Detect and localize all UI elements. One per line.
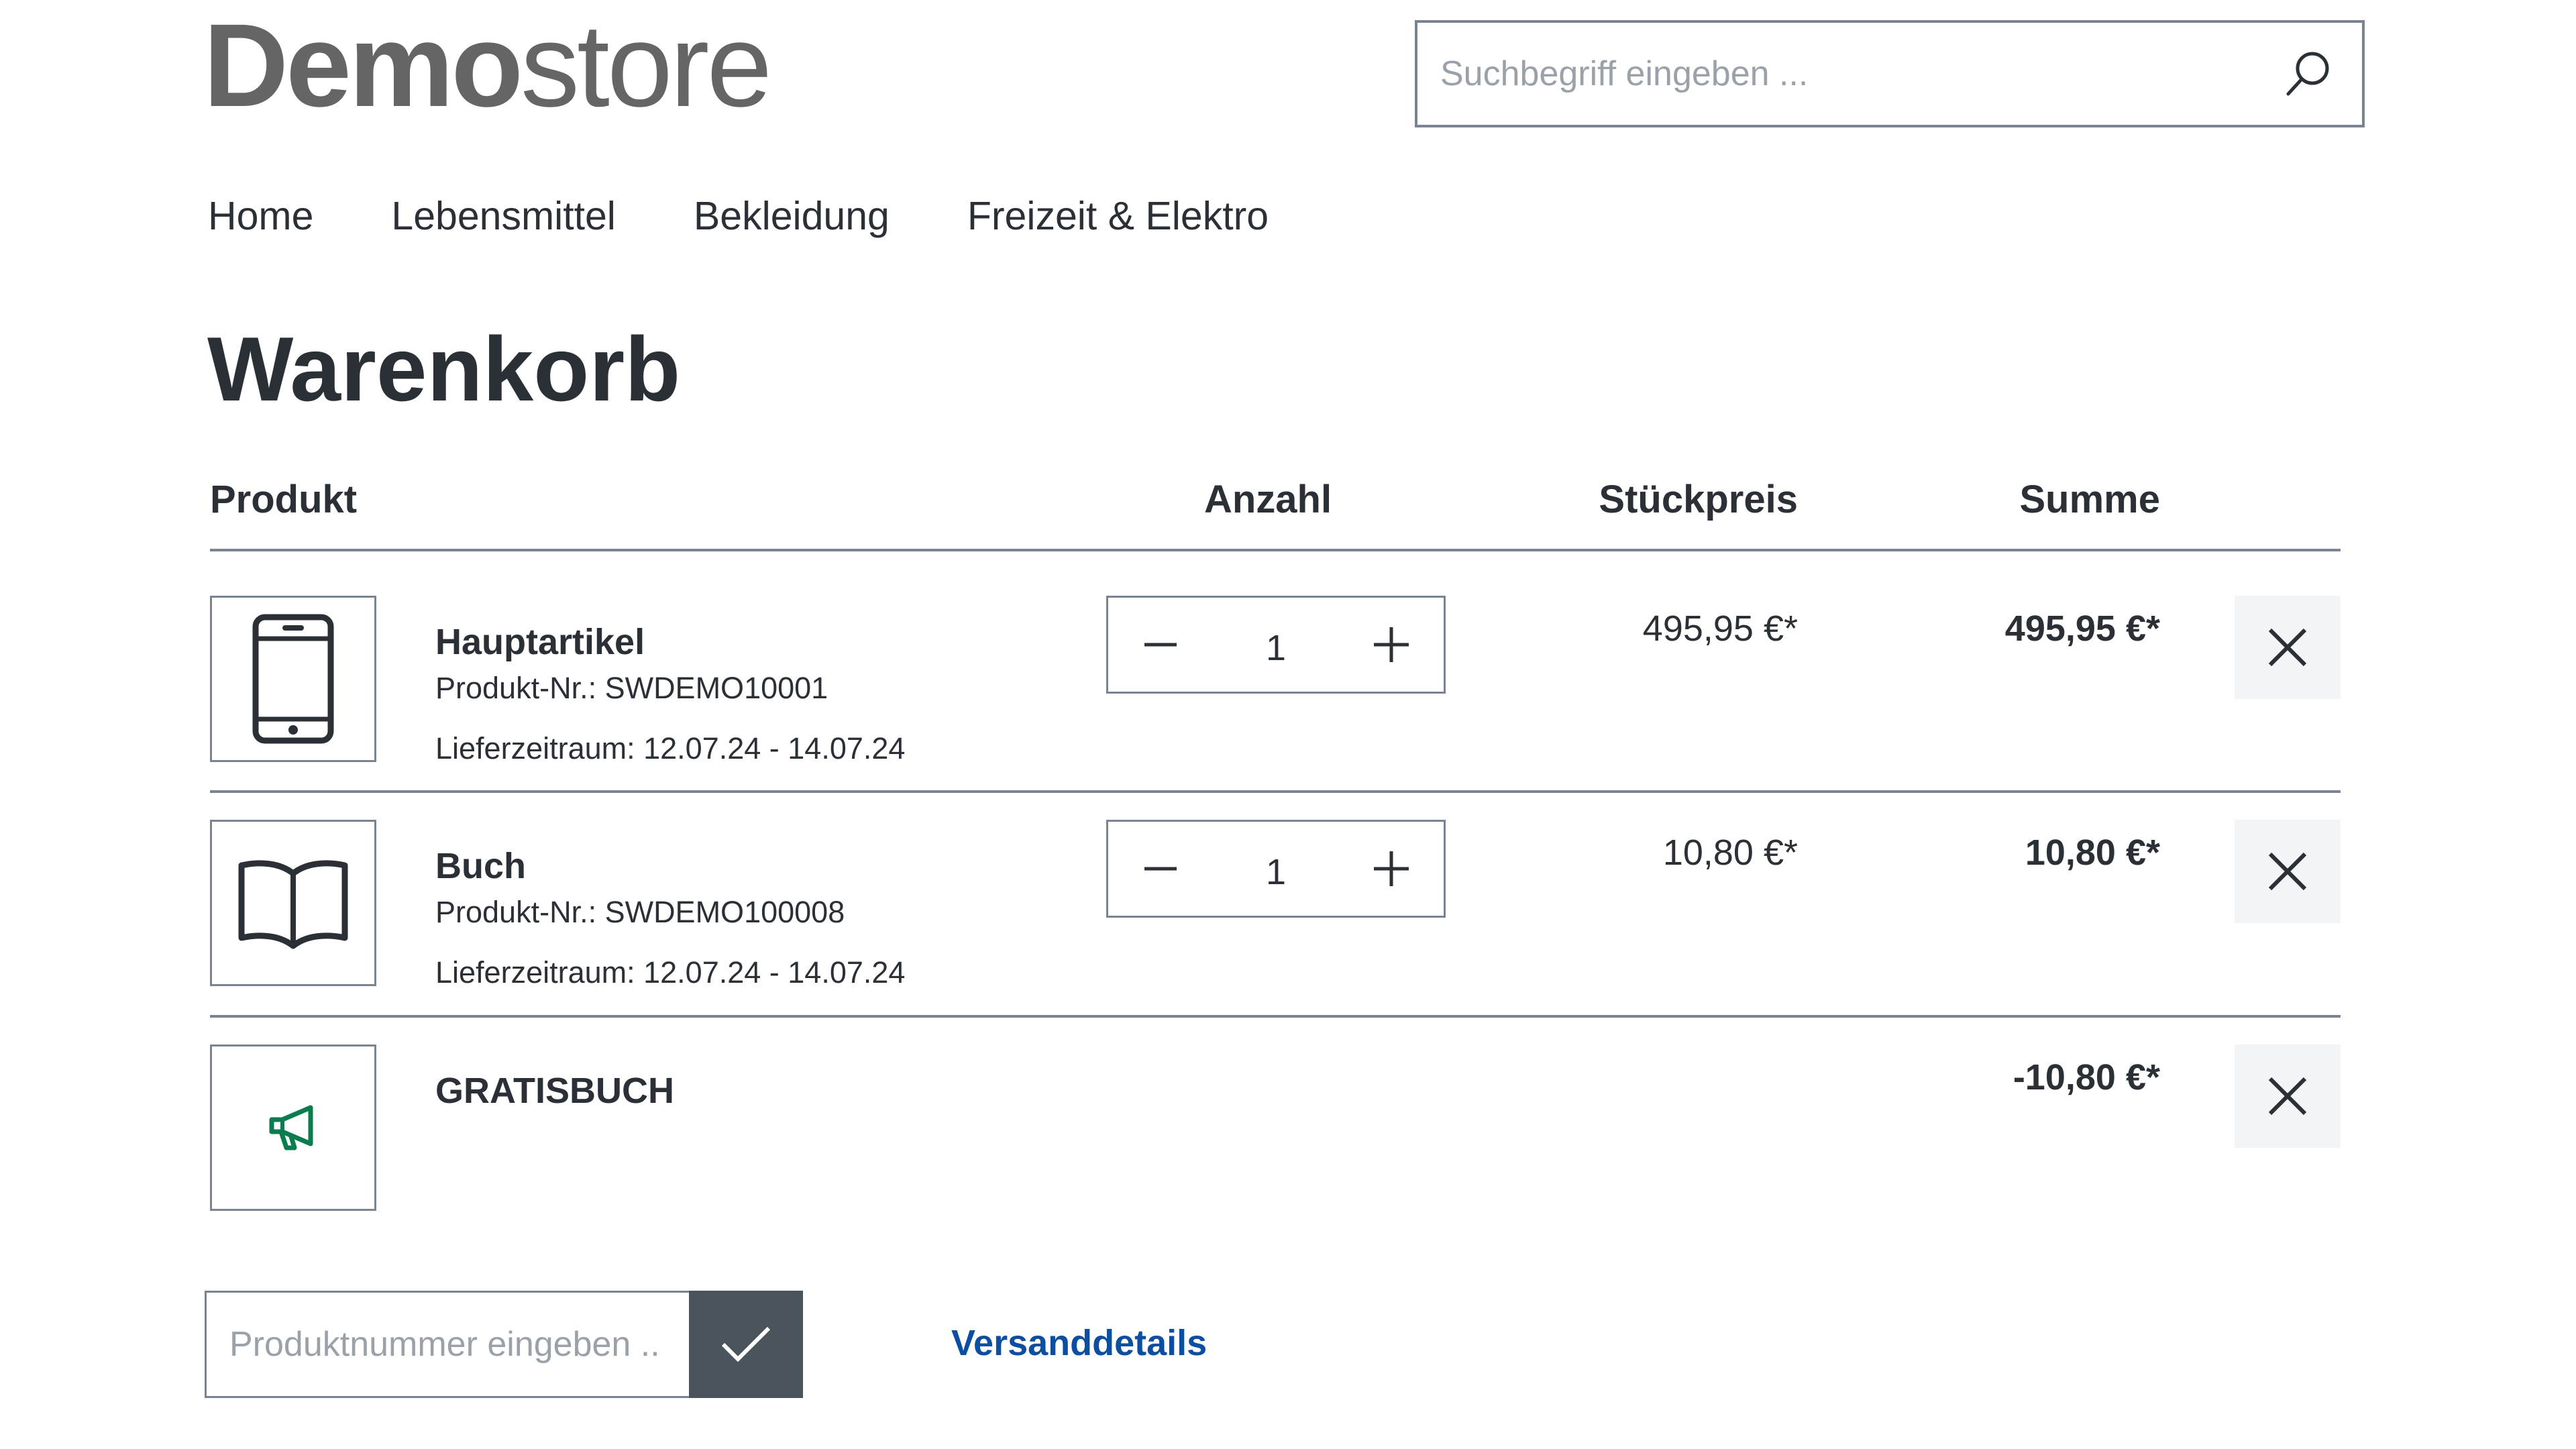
- shipping-details-link[interactable]: Versanddetails: [951, 1316, 1207, 1370]
- line-total: 495,95 €*: [2004, 608, 2160, 649]
- remove-item-button[interactable]: [2235, 596, 2341, 699]
- add-product-submit-button[interactable]: [689, 1291, 803, 1398]
- product-name[interactable]: Hauptartikel: [435, 619, 645, 665]
- smartphone-icon: [252, 614, 334, 744]
- add-product-form: [205, 1291, 803, 1398]
- minus-icon: [1144, 643, 1177, 647]
- quantity-decrease-button[interactable]: [1134, 618, 1187, 672]
- quantity-stepper: [1106, 820, 1446, 918]
- product-name[interactable]: Buch: [435, 843, 526, 890]
- book-icon: [238, 860, 348, 949]
- minus-icon: [1144, 867, 1177, 871]
- checkmark-icon: [721, 1326, 771, 1362]
- search-bar: [1415, 20, 2365, 127]
- unit-price: 495,95 €*: [1642, 608, 1798, 649]
- main-navigation: Home Lebensmittel Bekleidung Freizeit & …: [208, 189, 1269, 243]
- plus-icon: [1374, 627, 1409, 662]
- plus-icon: [1374, 851, 1409, 886]
- row-divider: [210, 1015, 2341, 1018]
- search-icon: [2286, 52, 2329, 96]
- page-title: Warenkorb: [207, 318, 681, 420]
- quantity-decrease-button[interactable]: [1134, 842, 1187, 896]
- column-header-product: Produkt: [210, 478, 358, 521]
- close-icon: [2268, 628, 2307, 667]
- logo-thin-text: store: [520, 0, 772, 131]
- nav-item-bekleidung[interactable]: Bekleidung: [694, 189, 890, 243]
- logo-bold-text: Demo: [203, 0, 523, 131]
- quantity-input[interactable]: [1209, 618, 1343, 678]
- cart-page: Demostore Home Lebensmittel Bekleidung F…: [0, 0, 2576, 1449]
- remove-item-button[interactable]: [2235, 820, 2341, 923]
- quantity-increase-button[interactable]: [1364, 618, 1418, 672]
- promotion-thumbnail: [210, 1044, 376, 1211]
- search-input[interactable]: [1440, 23, 2245, 125]
- delivery-period: Lieferzeitraum: 12.07.24 - 14.07.24: [435, 731, 906, 765]
- column-header-quantity: Anzahl: [1203, 478, 1332, 521]
- product-number: Produkt-Nr.: SWDEMO10001: [435, 671, 828, 705]
- nav-item-lebensmittel[interactable]: Lebensmittel: [391, 189, 616, 243]
- product-thumbnail[interactable]: [210, 820, 376, 986]
- product-number-input[interactable]: [205, 1291, 694, 1398]
- column-header-total: Summe: [2019, 478, 2160, 521]
- nav-item-home[interactable]: Home: [208, 189, 313, 243]
- line-total: 10,80 €*: [2025, 833, 2160, 873]
- column-header-unit-price: Stückpreis: [1599, 478, 1798, 521]
- close-icon: [2268, 1077, 2307, 1116]
- row-divider: [210, 790, 2341, 793]
- header-divider: [210, 549, 2341, 551]
- nav-item-freizeit-elektro[interactable]: Freizeit & Elektro: [967, 189, 1269, 243]
- quantity-stepper: [1106, 596, 1446, 694]
- product-number: Produkt-Nr.: SWDEMO100008: [435, 895, 845, 929]
- delivery-period: Lieferzeitraum: 12.07.24 - 14.07.24: [435, 955, 906, 989]
- remove-promotion-button[interactable]: [2235, 1044, 2341, 1148]
- unit-price: 10,80 €*: [1662, 833, 1798, 873]
- quantity-increase-button[interactable]: [1364, 842, 1418, 896]
- store-logo[interactable]: Demostore: [203, 5, 772, 126]
- promotion-total: -10,80 €*: [2012, 1057, 2160, 1097]
- close-icon: [2268, 852, 2307, 891]
- product-thumbnail[interactable]: [210, 596, 376, 762]
- promotion-name: GRATISBUCH: [435, 1071, 674, 1111]
- quantity-input[interactable]: [1209, 842, 1343, 902]
- search-button[interactable]: [2282, 47, 2335, 101]
- megaphone-icon: [269, 1105, 313, 1150]
